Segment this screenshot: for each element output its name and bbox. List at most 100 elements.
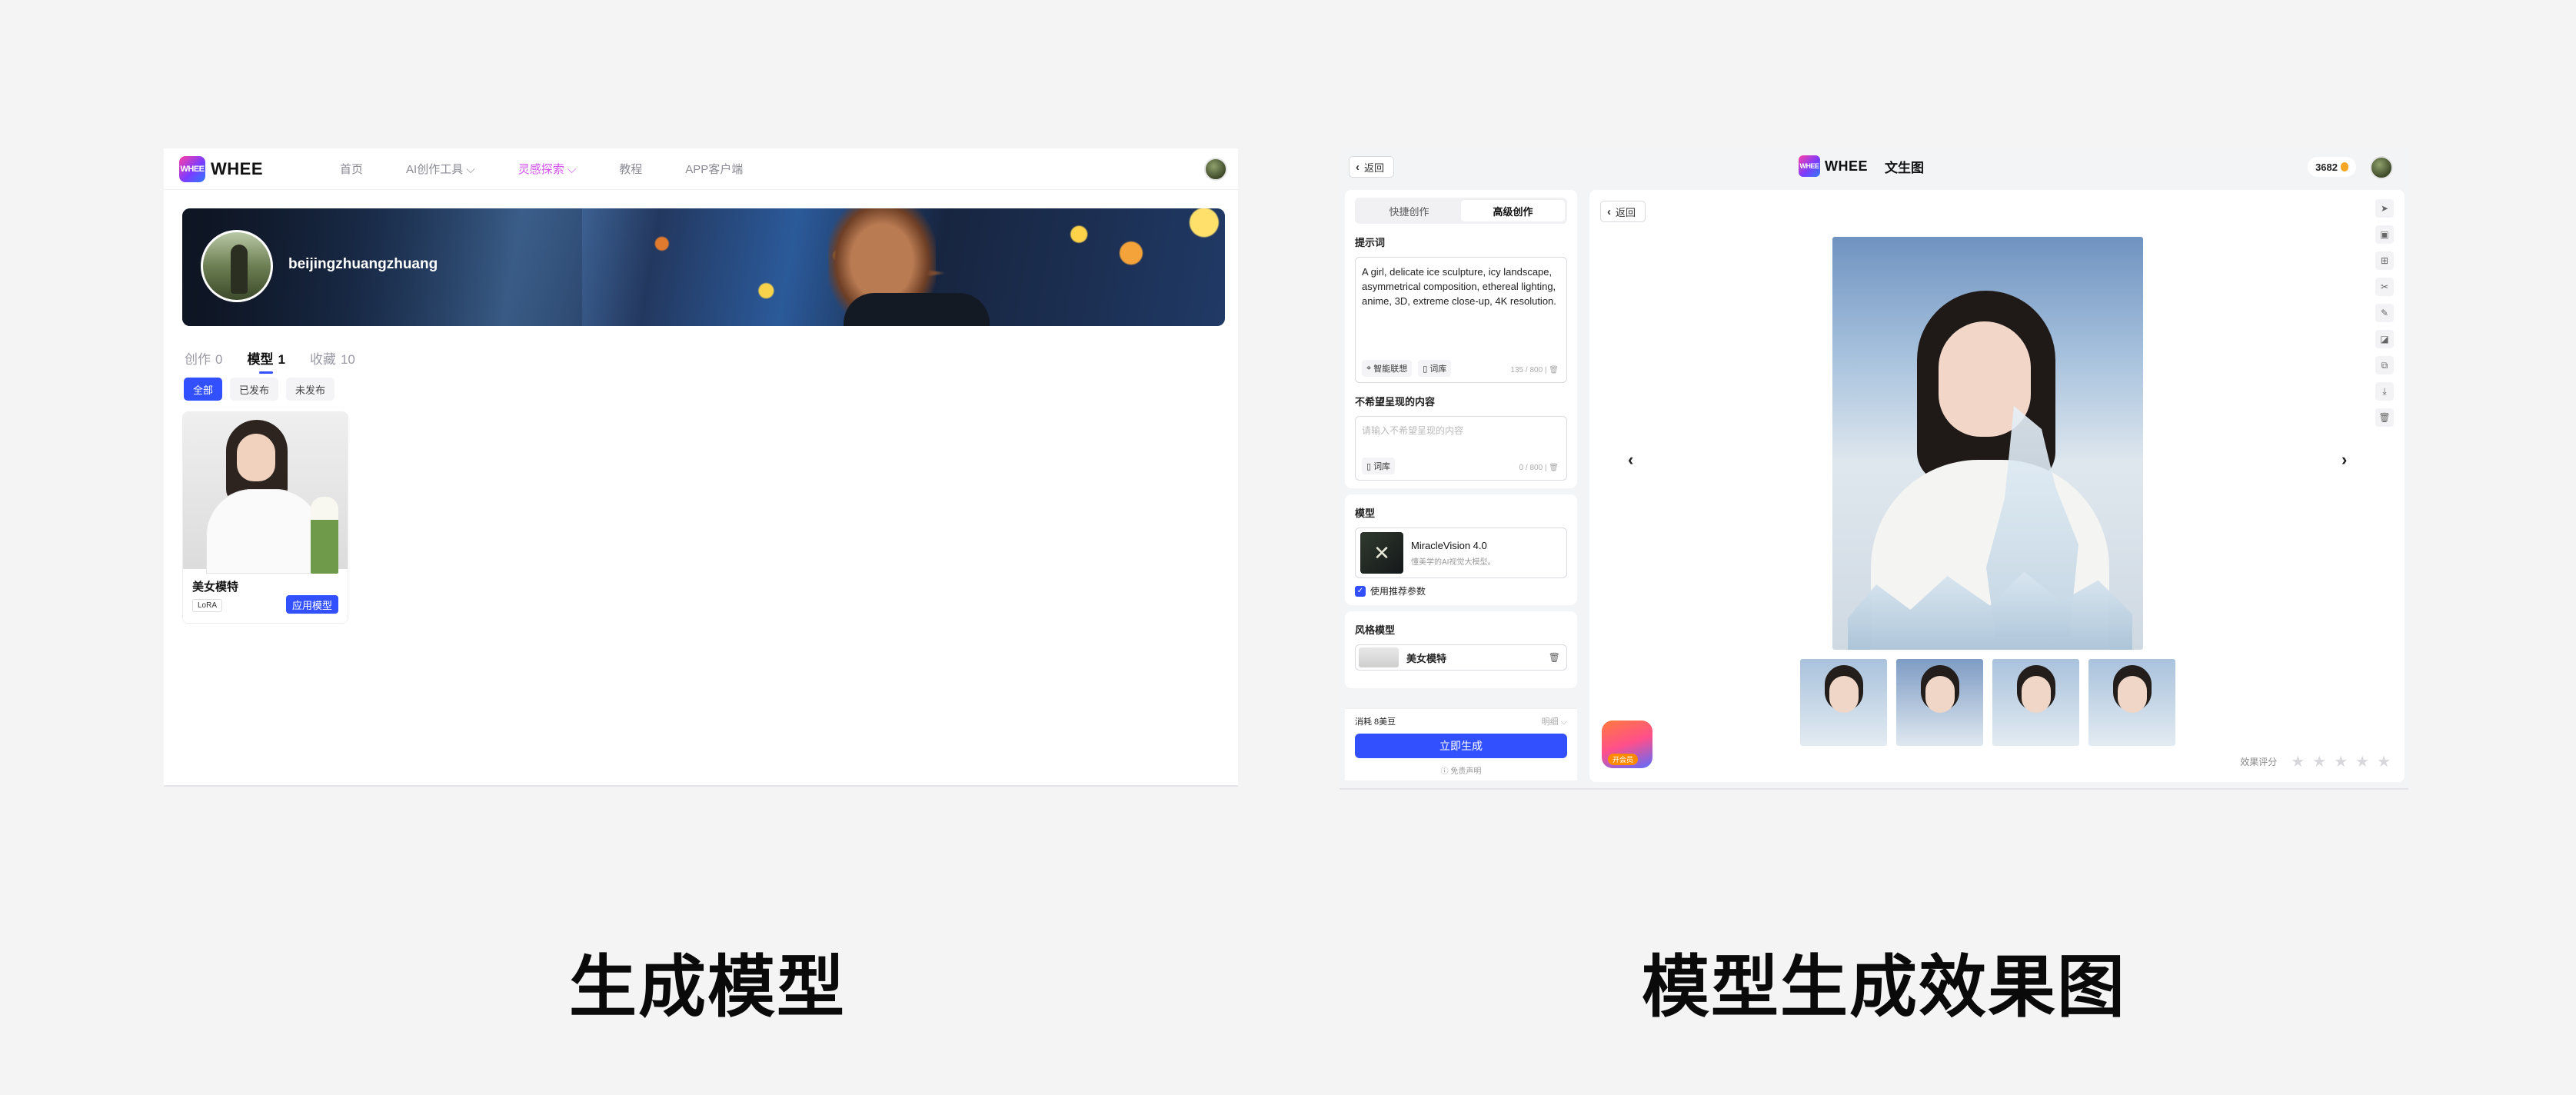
logo-text[interactable]: WHEE	[211, 159, 263, 179]
prompt-tools: ⌖ 智能联想 ▯ 词库	[1362, 360, 1452, 377]
back-button[interactable]: ‹ 返回	[1349, 156, 1395, 178]
generated-image[interactable]	[1832, 237, 2143, 650]
viewer-back-button[interactable]: ‹ 返回	[1600, 201, 1646, 222]
caption-right: 模型生成效果图	[1642, 949, 2127, 1025]
comparison-canvas: WHEE WHEE 首页 AI创作工具 ⌵ 灵感探索 ⌵ 教程 APP客户端 b…	[0, 0, 2576, 1095]
back-label: 返回	[1616, 206, 1636, 218]
negative-count: 0 / 800 | 🗑	[1519, 464, 1559, 472]
style-name: 美女模特	[1406, 652, 1447, 664]
filter-unpublished[interactable]: 未发布	[286, 378, 335, 401]
model-card: 模型 ✕ MiracleVision 4.0 懂美学的AI视觉大模型。 ✓ 使用…	[1345, 494, 1577, 605]
send-icon[interactable]: ➤	[2375, 199, 2394, 218]
refine-icon[interactable]: ◪	[2375, 330, 2394, 348]
trash-icon[interactable]: 🗑	[1549, 464, 1559, 472]
rating-bar: 效果评分 ★ ★ ★ ★ ★	[2240, 752, 2391, 771]
tab-count: 1	[278, 352, 285, 367]
whee-logo-icon[interactable]: WHEE	[1799, 155, 1820, 177]
style-model-item[interactable]: 美女模特 🗑	[1355, 644, 1567, 671]
user-avatar[interactable]	[2370, 156, 2393, 179]
prompt-count: 135 / 800 | 🗑	[1510, 366, 1559, 374]
negative-prompt-input[interactable]: 请输入不希望呈现的内容 ▯ 词库 0 / 800 | 🗑	[1355, 416, 1567, 481]
style-thumbnail	[1359, 647, 1399, 667]
thumbnail-selected[interactable]	[1896, 659, 1983, 746]
cover-body	[206, 489, 321, 574]
mode-advanced[interactable]: 高级创作	[1461, 200, 1565, 221]
star-icon[interactable]: ★	[2291, 752, 2305, 771]
star-icon[interactable]: ★	[2334, 752, 2348, 771]
header-logo: WHEE WHEE 文生图	[1799, 155, 1924, 177]
nav-item-tutorial[interactable]: 教程	[619, 161, 642, 177]
generate-button[interactable]: 立即生成	[1355, 734, 1567, 758]
word-library-button[interactable]: ▯ 词库	[1418, 360, 1452, 377]
nav-item-inspiration[interactable]: 灵感探索 ⌵	[518, 161, 577, 177]
book-icon: ▯	[1366, 461, 1372, 471]
nav-menu: 首页 AI创作工具 ⌵ 灵感探索 ⌵ 教程 APP客户端	[340, 161, 786, 177]
whee-logo-icon[interactable]: WHEE	[179, 155, 205, 182]
delete-icon[interactable]: 🗑	[2375, 408, 2394, 427]
prompt-label: 提示词	[1355, 237, 1386, 248]
trash-icon[interactable]: 🗑	[1549, 652, 1560, 663]
model-card[interactable]: 美女模特 LoRA 应用模型	[182, 411, 348, 624]
tab-models[interactable]: 模型 1	[247, 348, 285, 374]
word-library-label: 词库	[1373, 462, 1391, 471]
page-title: 文生图	[1885, 160, 1924, 175]
image-tools: ➤ ▣ ⊞ ✂ ✎ ◪ ⧉ ⤓ 🗑	[2375, 199, 2394, 427]
model-selector[interactable]: ✕ MiracleVision 4.0 懂美学的AI视觉大模型。	[1355, 528, 1567, 578]
prompt-input[interactable]: A girl, delicate ice sculpture, icy land…	[1355, 257, 1567, 383]
filter-all[interactable]: 全部	[184, 378, 223, 401]
word-library-button[interactable]: ▯ 词库	[1362, 458, 1396, 474]
cost-row: 消耗 8美豆 明细 ⌵	[1355, 715, 1567, 727]
chevron-left-icon: ‹	[1356, 160, 1360, 174]
next-arrow-icon[interactable]: ›	[2341, 450, 2347, 470]
edit-icon[interactable]: ✎	[2375, 304, 2394, 322]
prev-arrow-icon[interactable]: ‹	[1628, 450, 1633, 470]
filter-published[interactable]: 已发布	[230, 378, 279, 401]
negative-placeholder: 请输入不希望呈现的内容	[1362, 425, 1464, 436]
user-avatar[interactable]	[1204, 158, 1227, 181]
download-icon[interactable]: ⤓	[2375, 382, 2394, 401]
star-icon[interactable]: ★	[2377, 752, 2391, 771]
promo-label: 开会员	[1608, 754, 1639, 765]
credits-badge[interactable]: 3682	[2308, 157, 2356, 177]
use-recommended-checkbox[interactable]: ✓ 使用推荐参数	[1355, 584, 1567, 597]
generator-header: ‹ 返回 WHEE WHEE 文生图 3682	[1340, 148, 2408, 187]
tab-favorites[interactable]: 收藏 10	[310, 348, 355, 368]
profile-avatar	[201, 230, 273, 302]
copy-icon[interactable]: ⧉	[2375, 356, 2394, 374]
profile-username: beijingzhuangzhuang	[288, 256, 438, 272]
use-recommended-label: 使用推荐参数	[1370, 586, 1426, 597]
prompt-count-value: 135 / 800	[1510, 366, 1543, 374]
model-label: 模型	[1355, 508, 1376, 519]
miraclevision-icon: ✕	[1360, 532, 1403, 574]
settings-sidebar: 快捷创作 高级创作 提示词 A girl, delicate ice sculp…	[1345, 190, 1577, 694]
smart-suggest-button[interactable]: ⌖ 智能联想	[1362, 360, 1413, 377]
apply-model-button[interactable]: 应用模型	[285, 595, 338, 614]
thumbnail[interactable]	[2088, 659, 2175, 746]
profile-banner: beijingzhuangzhuang	[182, 208, 1225, 326]
top-nav: WHEE WHEE 首页 AI创作工具 ⌵ 灵感探索 ⌵ 教程 APP客户端	[164, 148, 1238, 190]
negative-tools: ▯ 词库	[1362, 458, 1396, 474]
nav-item-ai-tools[interactable]: AI创作工具 ⌵	[406, 161, 475, 177]
tab-label: 模型	[247, 352, 274, 367]
nav-item-home[interactable]: 首页	[340, 161, 363, 177]
prompt-text: A girl, delicate ice sculpture, icy land…	[1362, 266, 1556, 307]
tab-creations[interactable]: 创作 0	[185, 348, 222, 368]
star-icon[interactable]: ★	[2355, 752, 2369, 771]
style-model-card: 风格模型 美女模特 🗑	[1345, 611, 1577, 688]
image-to-image-icon[interactable]: ▣	[2375, 225, 2394, 244]
vip-promo-badge[interactable]: 开会员	[1602, 721, 1652, 768]
trash-icon[interactable]: 🗑	[1549, 366, 1559, 374]
expand-icon[interactable]: ⊞	[2375, 251, 2394, 270]
negative-label: 不希望呈现的内容	[1355, 396, 1436, 408]
thumbnail[interactable]	[1992, 659, 2079, 746]
mode-quick[interactable]: 快捷创作	[1357, 200, 1461, 221]
disclaimer-label: 免责声明	[1450, 767, 1482, 776]
book-icon: ▯	[1423, 364, 1428, 374]
disclaimer-link[interactable]: ⓘ 免责声明	[1355, 764, 1567, 776]
cut-icon[interactable]: ✂	[2375, 278, 2394, 296]
cost-detail-toggle[interactable]: 明细 ⌵	[1542, 715, 1567, 727]
logo-text[interactable]: WHEE	[1825, 158, 1868, 175]
thumbnail[interactable]	[1800, 659, 1887, 746]
star-icon[interactable]: ★	[2312, 752, 2326, 771]
nav-item-app-client[interactable]: APP客户端	[685, 161, 743, 177]
